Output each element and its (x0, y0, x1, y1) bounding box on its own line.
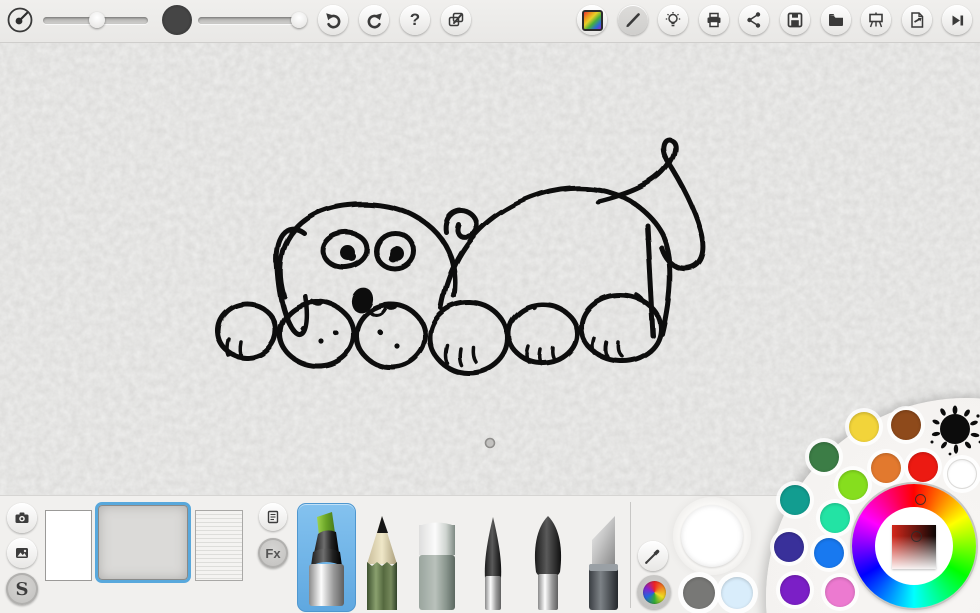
shade-selector[interactable] (911, 531, 922, 542)
help-label: ? (410, 10, 420, 30)
color-spectrum-icon (582, 10, 603, 31)
tool-eraser[interactable] (412, 512, 462, 612)
swatch-white[interactable] (947, 459, 977, 489)
swatch-forest-green[interactable] (809, 442, 839, 472)
brush-size-slider-thumb[interactable] (89, 12, 105, 28)
undo-icon (325, 12, 342, 29)
save-button[interactable] (780, 5, 810, 35)
export-page-icon (908, 11, 926, 29)
tool-palette-knife[interactable] (578, 512, 628, 612)
export-button[interactable] (902, 5, 932, 35)
duplicate-transform-button[interactable] (441, 5, 471, 35)
folder-icon (827, 11, 845, 29)
tool-round-brush[interactable] (524, 512, 572, 612)
swatch-teal[interactable] (780, 485, 810, 515)
redo-icon (366, 12, 383, 29)
brush-size-slider[interactable] (43, 17, 148, 24)
redo-button[interactable] (359, 5, 389, 35)
easel-button[interactable] (861, 5, 891, 35)
share-button[interactable] (739, 5, 769, 35)
pressure-dial-icon[interactable] (6, 6, 34, 34)
print-button[interactable] (699, 5, 729, 35)
sketches-logo-button[interactable]: S (6, 573, 38, 605)
camera-icon (13, 509, 31, 527)
share-icon (745, 11, 763, 29)
color-wheel-button[interactable] (637, 575, 671, 609)
image-icon (13, 544, 31, 562)
paper-style-gray-felt-selected[interactable] (95, 502, 191, 583)
swatch-black-splat[interactable] (926, 400, 980, 458)
tool-marker[interactable] (302, 508, 350, 608)
tool-pencil[interactable] (359, 512, 405, 612)
brush-opacity-slider[interactable] (198, 17, 303, 24)
canvas-paper-texture (0, 42, 980, 495)
paper-settings-button[interactable] (259, 503, 287, 531)
current-color-swatch[interactable] (681, 505, 743, 567)
brush-opacity-slider-thumb[interactable] (291, 12, 307, 28)
skip-end-icon (949, 12, 966, 29)
fx-label: Fx (265, 546, 280, 561)
swatch-yellow[interactable] (849, 412, 879, 442)
brush-preview-dot[interactable] (162, 5, 192, 35)
app-window: ? (0, 0, 980, 613)
eyedropper-icon (644, 547, 662, 565)
hue-selector[interactable] (915, 494, 926, 505)
toolbar-separator (630, 502, 631, 608)
eyedropper-button[interactable] (638, 541, 668, 571)
quick-swatch-pale-blue[interactable] (721, 577, 753, 609)
undo-button[interactable] (318, 5, 348, 35)
paper-style-canvas-grid[interactable] (195, 510, 243, 581)
color-spectrum-button[interactable] (577, 5, 607, 35)
brush-line-icon (624, 11, 642, 29)
swatch-violet[interactable] (780, 575, 810, 605)
stray-paint-dot (486, 439, 495, 448)
save-icon (786, 11, 804, 29)
swatch-brown[interactable] (891, 410, 921, 440)
easel-icon (867, 11, 885, 29)
swatch-azure[interactable] (814, 538, 844, 568)
quick-swatch-gray[interactable] (683, 577, 715, 609)
idea-button[interactable] (658, 5, 688, 35)
idea-bulb-icon (664, 11, 682, 29)
print-icon (705, 11, 723, 29)
skip-end-button[interactable] (942, 5, 972, 35)
fx-button[interactable]: Fx (258, 538, 288, 568)
help-button[interactable]: ? (400, 5, 430, 35)
sketches-logo-label: S (16, 579, 29, 600)
swatch-chartreuse[interactable] (838, 470, 868, 500)
swatch-navy[interactable] (774, 532, 804, 562)
swatch-pink[interactable] (825, 577, 855, 607)
folder-button[interactable] (821, 5, 851, 35)
page-icon (265, 509, 281, 525)
hue-wheel[interactable] (852, 484, 976, 608)
top-toolbar: ? (0, 0, 980, 43)
tool-felt-liner[interactable] (470, 512, 516, 612)
drawing-canvas[interactable] (0, 42, 980, 495)
import-image-button[interactable] (7, 538, 37, 568)
color-wheel-mini-icon (643, 581, 666, 604)
swatch-spring-green[interactable] (820, 503, 850, 533)
camera-button[interactable] (7, 503, 37, 533)
swatch-orange[interactable] (871, 453, 901, 483)
duplicate-transform-icon (447, 11, 465, 29)
brush-mode-button[interactable] (618, 5, 648, 35)
paper-style-white[interactable] (45, 510, 92, 581)
